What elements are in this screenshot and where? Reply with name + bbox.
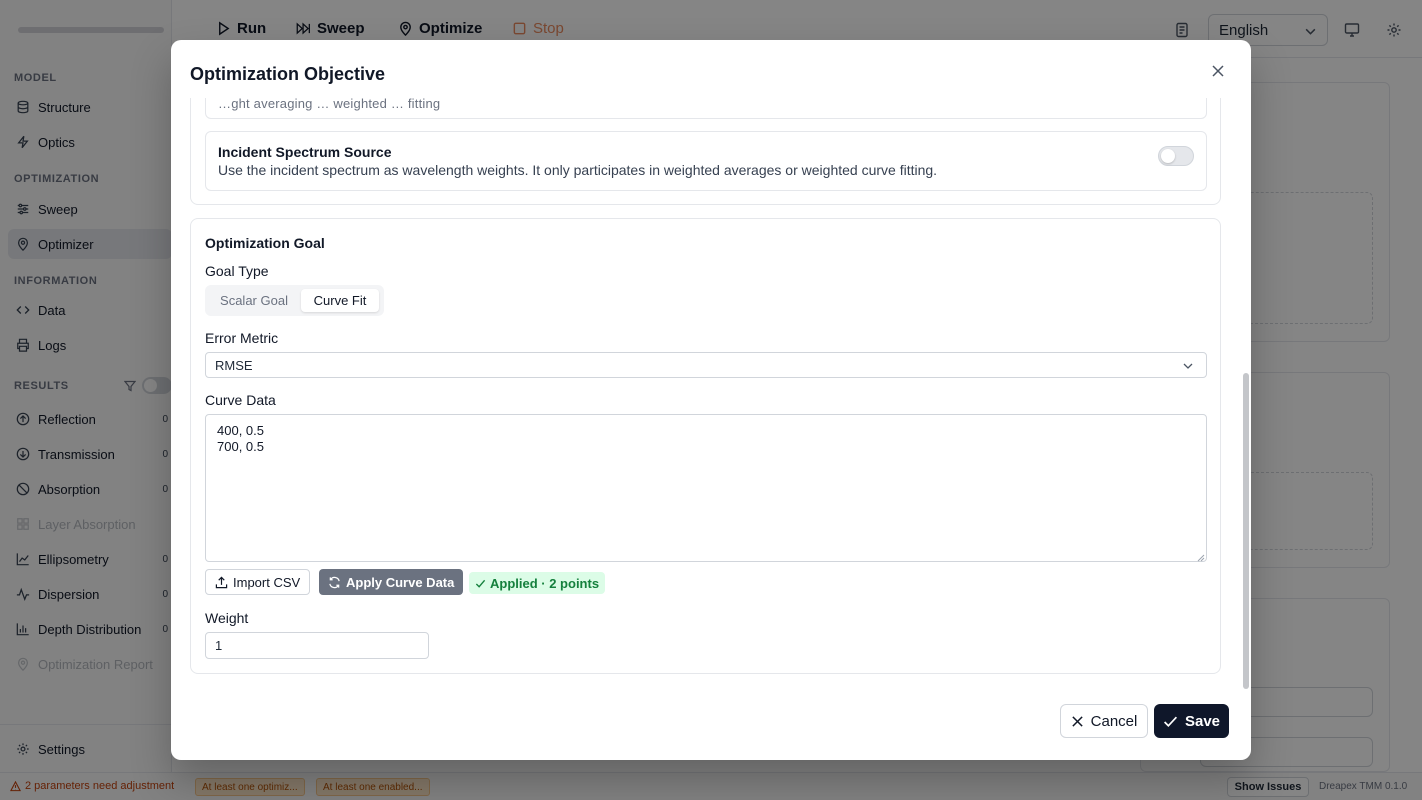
- goal-type-label: Goal Type: [205, 263, 269, 279]
- chevron-down-icon: [1183, 363, 1193, 369]
- cancel-label: Cancel: [1090, 712, 1138, 730]
- weight-value: 1: [215, 638, 223, 653]
- option-description: …ght averaging … weighted … fitting: [218, 98, 441, 111]
- incident-spectrum-description: Use the incident spectrum as wavelength …: [218, 162, 938, 178]
- apply-curve-data-label: Apply Curve Data: [346, 574, 455, 590]
- save-button[interactable]: Save: [1154, 704, 1229, 738]
- resize-handle-icon[interactable]: [1197, 554, 1205, 562]
- incident-spectrum-card: Incident Spectrum Source Use the inciden…: [205, 131, 1207, 191]
- weight-input[interactable]: 1: [205, 632, 429, 659]
- close-icon: [1071, 715, 1083, 727]
- optimization-goal-section: Optimization Goal Goal Type Scalar Goal …: [190, 218, 1221, 674]
- close-icon[interactable]: [1211, 64, 1225, 78]
- error-metric-label: Error Metric: [205, 330, 279, 346]
- goal-type-toggle: Scalar Goal Curve Fit: [205, 285, 384, 316]
- weighting-section: …ght averaging … weighted … fitting Inci…: [190, 98, 1221, 205]
- weighting-option-card: …ght averaging … weighted … fitting: [205, 98, 1207, 119]
- error-metric-select[interactable]: RMSE: [205, 352, 1207, 378]
- optimization-objective-dialog: Optimization Objective …ght averaging … …: [171, 40, 1251, 760]
- tab-scalar-goal[interactable]: Scalar Goal: [209, 289, 299, 312]
- check-icon: [475, 579, 486, 588]
- dialog-footer: Cancel Save: [171, 686, 1251, 760]
- incident-spectrum-toggle[interactable]: [1158, 146, 1194, 166]
- apply-curve-data-button[interactable]: Apply Curve Data: [319, 569, 464, 595]
- applied-status-text: Applied · 2 points: [490, 575, 600, 591]
- refresh-icon: [329, 576, 340, 588]
- dialog-title: Optimization Objective: [190, 64, 386, 84]
- import-csv-label: Import CSV: [233, 574, 301, 590]
- dialog-body[interactable]: …ght averaging … weighted … fitting Inci…: [171, 98, 1239, 686]
- incident-spectrum-title: Incident Spectrum Source: [218, 144, 392, 160]
- goal-section-title: Optimization Goal: [205, 235, 325, 251]
- weight-label: Weight: [205, 610, 249, 626]
- check-icon: [1163, 716, 1177, 727]
- save-label: Save: [1184, 712, 1221, 730]
- applied-status-badge: Applied · 2 points: [469, 572, 606, 594]
- cancel-button[interactable]: Cancel: [1060, 704, 1148, 738]
- import-csv-button[interactable]: Import CSV: [205, 569, 311, 595]
- upload-icon: [215, 576, 228, 588]
- curve-data-label: Curve Data: [205, 392, 276, 408]
- curve-data-textarea[interactable]: 400, 0.5 700, 0.5: [205, 414, 1207, 562]
- error-metric-value: RMSE: [215, 357, 253, 373]
- tab-curve-fit[interactable]: Curve Fit: [301, 289, 379, 312]
- dialog-scrollbar[interactable]: [1243, 373, 1249, 689]
